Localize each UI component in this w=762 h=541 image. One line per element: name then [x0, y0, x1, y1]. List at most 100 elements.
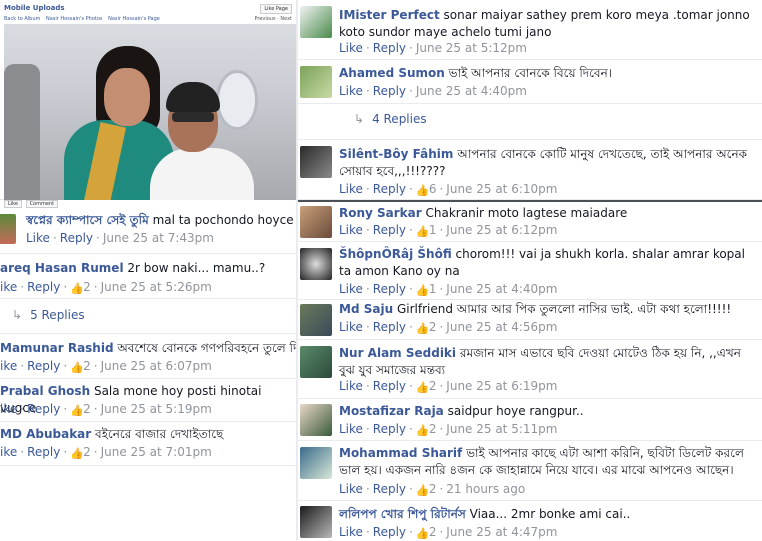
commenter-name[interactable]: Mohammad Sharif: [339, 446, 462, 460]
like-link[interactable]: Like: [339, 182, 363, 196]
thumbs-up-icon: 👍: [415, 424, 430, 437]
reply-link[interactable]: Reply: [27, 280, 60, 294]
avatar[interactable]: [0, 214, 16, 244]
commenter-name[interactable]: Ahamed Sumon: [339, 66, 445, 80]
comment-time[interactable]: June 25 at 7:43pm: [103, 231, 214, 245]
breadcrumb-page[interactable]: Nasir Hossain's Page: [108, 16, 160, 22]
like-link[interactable]: Like: [26, 231, 50, 245]
reply-link[interactable]: Reply: [373, 422, 406, 436]
comment-time[interactable]: June 25 at 6:07pm: [101, 359, 212, 373]
comment-actions: Like · Reply · 👍6 · June 25 at 6:10pm: [339, 182, 558, 197]
like-link[interactable]: ike: [0, 445, 17, 459]
commenter-name[interactable]: Rony Sarkar: [339, 206, 422, 220]
reply-link[interactable]: Reply: [27, 445, 60, 459]
comment-time[interactable]: 21 hours ago: [446, 482, 525, 496]
commenter-name[interactable]: Mamunar Rashid: [0, 341, 114, 355]
commenter-name[interactable]: স্বপ্নের ক্যাম্পাসে সেই তুমি: [26, 213, 149, 227]
breadcrumb-photos[interactable]: Nasir Hossain's Photos: [46, 16, 103, 22]
like-link[interactable]: Like: [339, 320, 363, 334]
reply-link[interactable]: Reply: [373, 525, 406, 539]
like-link[interactable]: Like: [339, 41, 363, 55]
reply-link[interactable]: Reply: [27, 359, 60, 373]
commenter-name[interactable]: areq Hasan Rumel: [0, 261, 124, 275]
comment-time[interactable]: June 25 at 5:26pm: [101, 280, 212, 294]
commenter-name[interactable]: Mostafizar Raja: [339, 404, 444, 418]
comment: Rony Sarkar Chakranir moto lagtese maiad…: [298, 202, 762, 242]
view-replies[interactable]: ↳ 4 Replies: [298, 104, 762, 140]
avatar[interactable]: [300, 506, 332, 538]
like-link[interactable]: Like: [339, 223, 363, 237]
like-count[interactable]: 2: [429, 320, 437, 334]
commenter-name[interactable]: Prabal Ghosh: [0, 384, 90, 398]
replies-count[interactable]: 4 Replies: [372, 112, 427, 126]
avatar[interactable]: [300, 146, 332, 178]
reply-link[interactable]: Reply: [373, 41, 406, 55]
like-count[interactable]: 2: [83, 445, 91, 459]
comment-time[interactable]: June 25 at 5:12pm: [416, 41, 527, 55]
comment-time[interactable]: June 25 at 4:40pm: [416, 84, 527, 98]
like-link[interactable]: Like: [339, 282, 363, 296]
like-link[interactable]: Like: [339, 422, 363, 436]
like-page-button[interactable]: Like Page: [260, 4, 292, 14]
like-count[interactable]: 2: [429, 379, 437, 393]
avatar[interactable]: [300, 6, 332, 38]
reply-link[interactable]: Reply: [27, 402, 60, 416]
comment-time[interactable]: June 25 at 5:11pm: [446, 422, 557, 436]
reply-link[interactable]: Reply: [373, 379, 406, 393]
reply-link[interactable]: Reply: [373, 182, 406, 196]
selfie-photo[interactable]: [4, 24, 296, 200]
like-count[interactable]: 2: [429, 422, 437, 436]
like-count[interactable]: 2: [83, 280, 91, 294]
like-count[interactable]: 2: [83, 402, 91, 416]
commenter-name[interactable]: ŠhôpnÔRâj Šhôfi: [339, 247, 452, 261]
replies-count[interactable]: 5 Replies: [30, 308, 85, 322]
like-link[interactable]: Like: [339, 482, 363, 496]
like-link[interactable]: ike: [0, 402, 17, 416]
like-link[interactable]: ike: [0, 359, 17, 373]
reply-link[interactable]: Reply: [373, 282, 406, 296]
reply-link[interactable]: Reply: [373, 84, 406, 98]
avatar[interactable]: [300, 346, 332, 378]
comment-time[interactable]: June 25 at 7:01pm: [101, 445, 212, 459]
avatar[interactable]: [300, 206, 332, 238]
breadcrumb-back[interactable]: Back to Album: [4, 16, 40, 22]
like-count[interactable]: 1: [429, 223, 437, 237]
commenter-name[interactable]: IMister Perfect: [339, 8, 440, 22]
like-count[interactable]: 6: [429, 182, 437, 196]
comment-time[interactable]: June 25 at 6:19pm: [446, 379, 557, 393]
like-link[interactable]: Like: [339, 525, 363, 539]
comment-time[interactable]: June 25 at 6:12pm: [446, 223, 557, 237]
avatar[interactable]: [300, 248, 332, 280]
like-count[interactable]: 2: [429, 525, 437, 539]
album-title[interactable]: Mobile Uploads: [4, 4, 65, 12]
view-replies[interactable]: ↳ 5 Replies: [0, 299, 296, 334]
reply-link[interactable]: Reply: [373, 223, 406, 237]
commenter-name[interactable]: MD Abubakar: [0, 427, 91, 441]
comment-time[interactable]: June 25 at 5:19pm: [101, 402, 212, 416]
photo-like-button[interactable]: Like: [4, 200, 22, 208]
commenter-name[interactable]: Silênt-Bôy Fâhim: [339, 147, 453, 161]
like-link[interactable]: ike: [0, 280, 17, 294]
prev-next-nav[interactable]: Previous · Next: [254, 16, 292, 22]
avatar[interactable]: [300, 447, 332, 479]
commenter-name[interactable]: Nur Alam Seddiki: [339, 346, 456, 360]
commenter-name[interactable]: Md Saju: [339, 302, 393, 316]
comment-time[interactable]: June 25 at 4:47pm: [446, 525, 557, 539]
avatar[interactable]: [300, 66, 332, 98]
like-count[interactable]: 2: [429, 482, 437, 496]
photo-comment-button[interactable]: Comment: [25, 200, 59, 208]
comment-time[interactable]: June 25 at 4:56pm: [446, 320, 557, 334]
avatar[interactable]: [300, 404, 332, 436]
commenter-name[interactable]: ললিপপ খোর শিপু রিটার্নস: [339, 507, 466, 521]
like-count[interactable]: 1: [429, 282, 437, 296]
like-link[interactable]: Like: [339, 379, 363, 393]
like-link[interactable]: Like: [339, 84, 363, 98]
reply-link[interactable]: Reply: [60, 231, 93, 245]
avatar[interactable]: [300, 304, 332, 336]
thumbs-up-icon: 👍: [415, 381, 430, 394]
reply-link[interactable]: Reply: [373, 482, 406, 496]
like-count[interactable]: 2: [83, 359, 91, 373]
comment-time[interactable]: June 25 at 4:40pm: [446, 282, 557, 296]
reply-link[interactable]: Reply: [373, 320, 406, 334]
comment-time[interactable]: June 25 at 6:10pm: [446, 182, 557, 196]
